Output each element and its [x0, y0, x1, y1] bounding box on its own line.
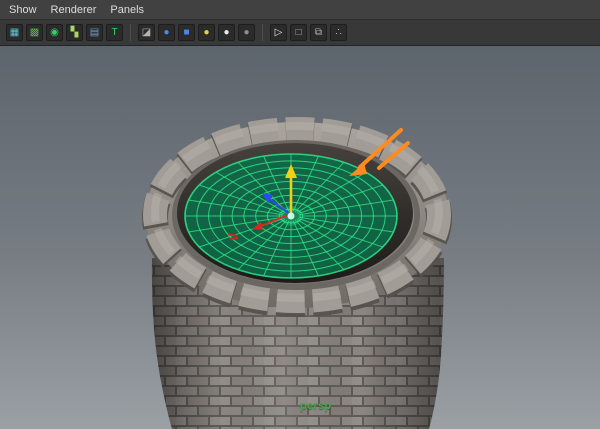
menu-show[interactable]: Show — [9, 0, 37, 20]
hypergraph-icon[interactable]: ∴ — [330, 24, 347, 41]
panel-layout-icon[interactable]: ▦ — [6, 24, 23, 41]
wireframe-cube-icon[interactable]: ◪ — [138, 24, 155, 41]
isolate-select-icon[interactable]: ▷ — [270, 24, 287, 41]
maya-panel-window: Show Renderer Panels ▦ ▩ ◉ ▚ ▤ T ◪ ● ■ ●… — [0, 0, 600, 429]
film-gate-icon[interactable]: ▤ — [86, 24, 103, 41]
specular-sphere-icon[interactable]: ● — [218, 24, 235, 41]
toolbar-separator — [262, 24, 263, 41]
heads-up-text-icon[interactable]: T — [106, 24, 123, 41]
manipulator-center-handle[interactable] — [287, 212, 295, 220]
textured-cube-icon[interactable]: ■ — [178, 24, 195, 41]
perspective-viewport[interactable]: persp — [0, 46, 600, 429]
panel-toolbar: ▦ ▩ ◉ ▚ ▤ T ◪ ● ■ ● ● ● ▷ □ ⧉ ∴ — [0, 20, 600, 46]
snapshot-icon[interactable]: ◉ — [46, 24, 63, 41]
shaded-sphere-icon[interactable]: ● — [158, 24, 175, 41]
menu-renderer[interactable]: Renderer — [51, 0, 97, 20]
toolbar-separator — [130, 24, 131, 41]
lights-sphere-icon[interactable]: ● — [198, 24, 215, 41]
render-region-icon[interactable]: ▩ — [26, 24, 43, 41]
viewport-canvas[interactable] — [0, 46, 600, 429]
flat-sphere-icon[interactable]: ● — [238, 24, 255, 41]
panel-menu-bar: Show Renderer Panels — [0, 0, 600, 20]
checker-icon[interactable]: ▚ — [66, 24, 83, 41]
camera-name-label: persp — [300, 400, 332, 412]
duplicate-view-icon[interactable]: ⧉ — [310, 24, 327, 41]
menu-panels[interactable]: Panels — [110, 0, 144, 20]
xray-cube-icon[interactable]: □ — [290, 24, 307, 41]
